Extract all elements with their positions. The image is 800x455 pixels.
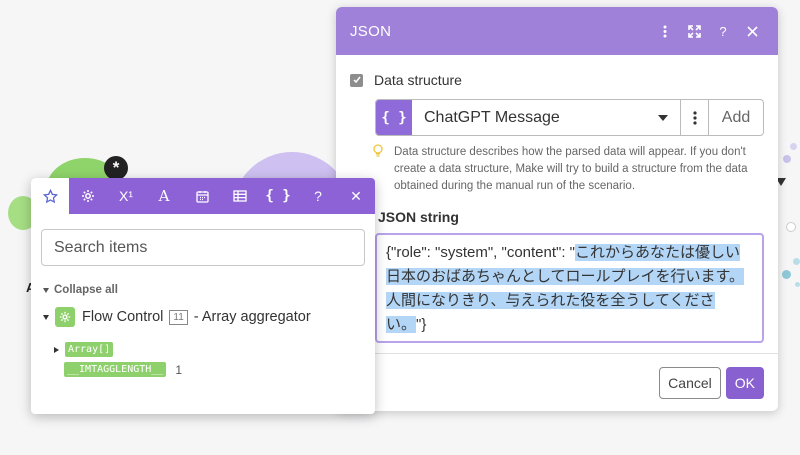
item-pill[interactable]: __IMTAGGLENGTH__ xyxy=(64,362,167,377)
items-tab-bar: X¹ A { } ? ✕ xyxy=(31,178,375,214)
asterisk-icon[interactable]: * xyxy=(104,156,128,180)
add-structure-button[interactable]: Add xyxy=(709,100,763,135)
json-text-suffix: "} xyxy=(416,316,427,333)
collapse-all-label: Collapse all xyxy=(54,284,118,296)
selected-structure: ChatGPT Message xyxy=(424,108,560,126)
text-icon[interactable]: A xyxy=(145,178,183,214)
data-structure-select[interactable]: { } ChatGPT Message Add xyxy=(375,99,764,136)
more-icon[interactable] xyxy=(653,19,677,43)
ok-button[interactable]: OK xyxy=(725,366,764,399)
hint-text: Data structure describes how the parsed … xyxy=(394,146,748,192)
search-input[interactable]: Search items xyxy=(41,229,365,266)
panel-header: JSON ? xyxy=(336,7,778,55)
canvas-dot xyxy=(782,270,791,279)
caret-down-icon xyxy=(43,314,49,320)
data-structure-checkbox[interactable] xyxy=(350,73,363,87)
braces-icon: { } xyxy=(376,100,412,135)
json-module-panel: JSON ? Data structure { } ChatGPT Messag… xyxy=(336,7,778,411)
canvas-dot xyxy=(783,155,791,163)
panel-title: JSON xyxy=(350,22,392,40)
caret-down-icon xyxy=(43,287,49,293)
module-row[interactable]: Flow Control 11 - Array aggregator xyxy=(43,307,375,327)
item-row[interactable]: __IMTAGGLENGTH__ 1 xyxy=(64,362,375,377)
module-id-badge: 11 xyxy=(169,309,188,325)
data-structure-dropdown[interactable]: ChatGPT Message xyxy=(412,100,681,135)
item-row[interactable]: Array[] xyxy=(54,342,375,357)
canvas-dot xyxy=(790,143,797,150)
help-icon[interactable]: ? xyxy=(299,178,337,214)
caret-right-icon[interactable] xyxy=(54,346,59,353)
calendar-icon[interactable] xyxy=(183,178,221,214)
close-icon[interactable]: ✕ xyxy=(337,178,375,214)
panel-footer: Cancel OK xyxy=(336,353,778,411)
module-type: - Array aggregator xyxy=(193,309,311,325)
chevron-down-icon xyxy=(658,114,668,121)
lightbulb-icon xyxy=(373,144,387,195)
close-icon[interactable] xyxy=(740,19,764,43)
json-text-prefix: {"role": "system", "content": " xyxy=(386,244,576,261)
canvas-dot xyxy=(793,258,800,265)
module-name: Flow Control xyxy=(82,309,164,325)
json-string-label: JSON string xyxy=(378,209,459,225)
hint: Data structure describes how the parsed … xyxy=(373,144,764,195)
superscript-icon[interactable]: X¹ xyxy=(107,178,145,214)
gear-icon[interactable] xyxy=(69,178,107,214)
star-icon[interactable] xyxy=(31,178,69,214)
item-pill[interactable]: Array[] xyxy=(65,342,114,357)
item-value: 1 xyxy=(175,362,183,377)
structure-options-button[interactable] xyxy=(681,100,709,135)
expand-icon[interactable] xyxy=(682,19,706,43)
json-string-field[interactable]: {"role": "system", "content": "これからあなたは優… xyxy=(375,233,764,343)
flow-control-icon xyxy=(55,307,75,327)
data-structure-label: Data structure xyxy=(374,72,462,88)
collapse-all-toggle[interactable]: Collapse all xyxy=(43,284,375,296)
canvas-dot xyxy=(795,282,800,287)
cancel-button[interactable]: Cancel xyxy=(659,366,721,399)
mapping-items-panel: X¹ A { } ? ✕ Search items Collapse all F… xyxy=(31,178,375,414)
table-icon[interactable] xyxy=(221,178,259,214)
help-icon[interactable]: ? xyxy=(711,19,735,43)
braces-icon[interactable]: { } xyxy=(259,178,297,214)
canvas-dot xyxy=(786,222,796,232)
